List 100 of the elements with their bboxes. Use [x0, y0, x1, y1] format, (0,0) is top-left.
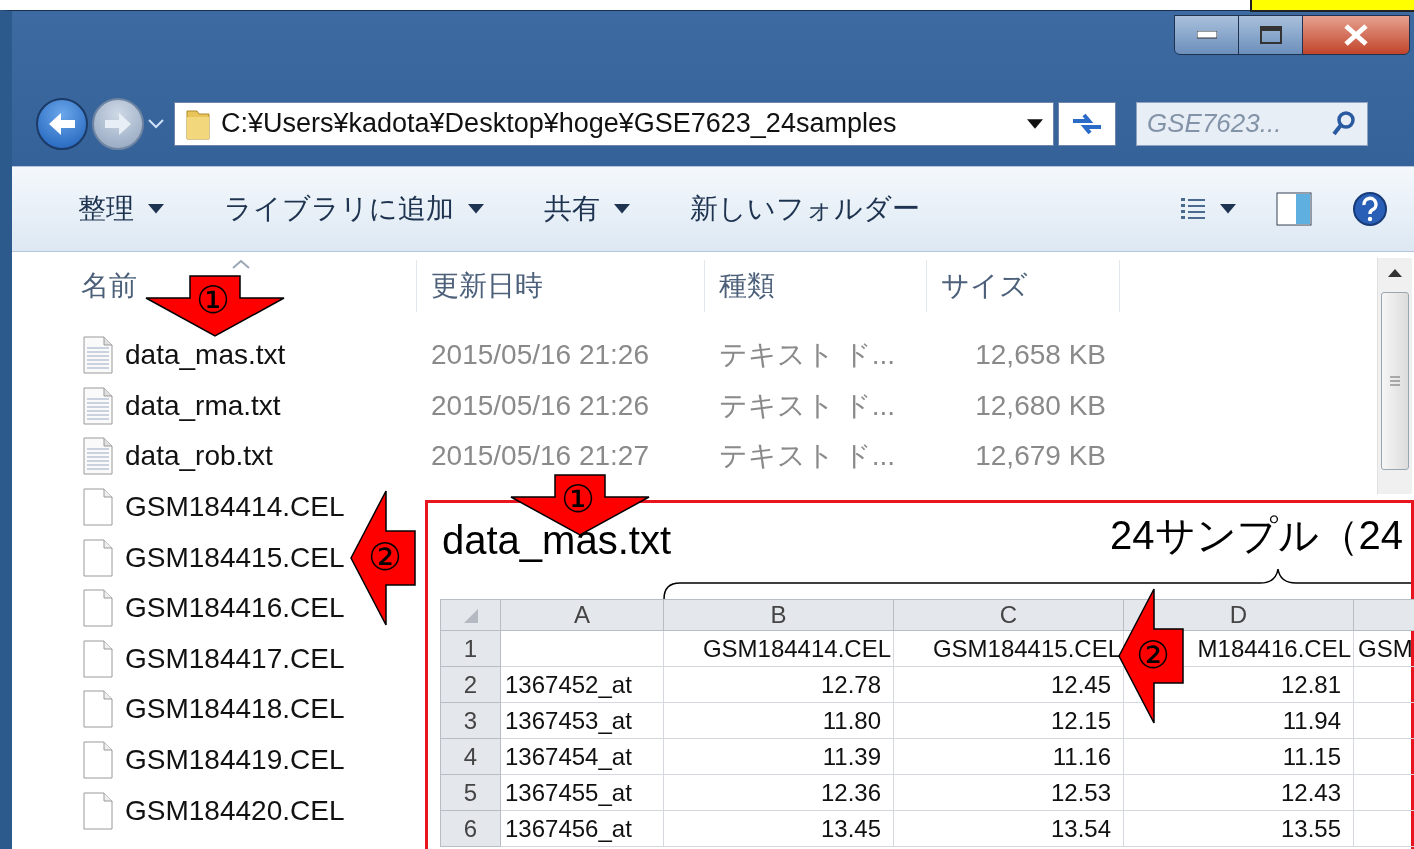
file-name-text: data_rma.txt	[125, 389, 281, 422]
table-cell: 1367455_at	[500, 774, 664, 811]
file-name[interactable]: data_rma.txt	[67, 386, 281, 425]
right-arrow-icon	[103, 110, 133, 137]
column-letter[interactable]: D	[1123, 599, 1354, 631]
file-name-text: GSM184418.CEL	[125, 693, 345, 726]
refresh-button[interactable]	[1058, 101, 1116, 146]
column-header[interactable]: サイズ	[941, 267, 1028, 305]
view-options-button[interactable]	[1180, 197, 1236, 221]
file-name[interactable]: data_mas.txt	[67, 336, 286, 375]
modified-date: 2015/05/16 21:26	[430, 339, 650, 372]
callout-number: ②	[368, 538, 403, 576]
close-button[interactable]	[1303, 16, 1409, 54]
file-name-text: data_mas.txt	[125, 339, 286, 372]
table-cell: 11.15	[1123, 738, 1354, 775]
row-number[interactable]: 4	[440, 738, 501, 775]
table-cell: 1367454_at	[500, 738, 664, 775]
table-cell: 13.55	[1123, 810, 1354, 847]
maximize-button[interactable]	[1239, 16, 1303, 54]
file-type: テキスト ド...	[718, 388, 897, 423]
table-cell: 12.78	[663, 666, 894, 703]
blank-file-icon	[83, 741, 113, 780]
table-cell: 13.45	[663, 810, 894, 847]
column-letter[interactable]: C	[893, 599, 1124, 631]
callout-number: ①	[196, 281, 231, 319]
forward-button[interactable]	[92, 97, 144, 150]
dropdown-caret-icon	[614, 204, 630, 214]
file-type: テキスト ド...	[718, 338, 897, 373]
pane-icon	[1276, 192, 1312, 226]
table-cell: 13.54	[893, 810, 1124, 847]
toolbar-button[interactable]: 整理	[66, 184, 176, 234]
table-cell: 12.43	[1123, 774, 1354, 811]
row-number[interactable]: 3	[440, 702, 501, 739]
text-file-icon	[83, 336, 113, 375]
table-cell: GSM184414.CEL	[663, 630, 894, 667]
file-name[interactable]: GSM184417.CEL	[67, 639, 345, 678]
preview-pane-button[interactable]	[1276, 192, 1312, 226]
file-type: テキスト ド...	[718, 439, 897, 474]
callout-number: ①	[561, 480, 596, 518]
modified-date: 2015/05/16 21:26	[430, 389, 650, 422]
row-number[interactable]: 6	[440, 810, 501, 847]
dropdown-caret-icon	[468, 204, 484, 214]
blank-file-icon	[83, 538, 113, 577]
toolbar-button[interactable]: 新しいフォルダー	[678, 184, 932, 234]
file-name[interactable]: GSM184418.CEL	[67, 690, 345, 729]
close-icon	[1343, 24, 1369, 46]
back-button[interactable]	[36, 97, 88, 150]
file-name[interactable]: GSM184420.CEL	[67, 791, 345, 830]
table-cell: 12.45	[893, 666, 1124, 703]
help-button[interactable]	[1352, 191, 1388, 227]
file-name[interactable]: GSM184416.CEL	[67, 589, 345, 628]
table-cell: 1367456_at	[500, 810, 664, 847]
column-header[interactable]: 更新日時	[431, 267, 543, 305]
search-icon	[1331, 109, 1357, 138]
file-name[interactable]: GSM184415.CEL	[67, 538, 345, 577]
scroll-up-icon	[1388, 269, 1402, 277]
dropdown-caret-icon	[1027, 118, 1043, 129]
address-field[interactable]: C:¥Users¥kadota¥Desktop¥hoge¥GSE7623_24samples	[174, 101, 1054, 146]
column-letter[interactable]: B	[663, 599, 894, 631]
minimize-button[interactable]	[1175, 16, 1239, 54]
corner-triangle-icon	[463, 609, 478, 623]
details-view-icon	[1180, 197, 1206, 221]
file-name-text: GSM184417.CEL	[125, 642, 345, 675]
help-icon	[1352, 191, 1388, 227]
row-number[interactable]: 2	[440, 666, 501, 703]
minimize-icon	[1196, 31, 1217, 39]
table-cell: 11.39	[663, 738, 894, 775]
file-name[interactable]: data_rob.txt	[67, 437, 273, 476]
inset-title: data_mas.txt	[442, 518, 671, 563]
blank-file-icon	[83, 639, 113, 678]
text-file-icon	[83, 437, 113, 476]
column-letter[interactable]: A	[500, 599, 664, 631]
file-name-text: GSM184414.CEL	[125, 491, 345, 524]
dropdown-caret-icon	[148, 204, 164, 214]
dropdown-caret-icon	[1220, 204, 1236, 214]
blank-file-icon	[83, 589, 113, 628]
toolbar-button[interactable]: 共有	[532, 184, 642, 234]
dropdown-caret-icon	[148, 118, 164, 129]
file-name-text: GSM184420.CEL	[125, 794, 345, 827]
text-file-icon	[83, 386, 113, 425]
scrollbar[interactable]	[1377, 258, 1412, 494]
table-cell: 12.36	[663, 774, 894, 811]
blank-file-icon	[83, 791, 113, 830]
left-arrow-icon	[47, 110, 77, 137]
file-name[interactable]: GSM184414.CEL	[67, 488, 345, 527]
row-number[interactable]: 1	[440, 630, 501, 667]
toolbar-button[interactable]: ライブラリに追加	[212, 184, 496, 234]
table-cell: 1367453_at	[500, 702, 664, 739]
table-cell: 12.53	[893, 774, 1124, 811]
file-name-text: GSM184419.CEL	[125, 744, 345, 777]
file-size: 12,658 KB	[974, 339, 1106, 372]
blank-file-icon	[83, 690, 113, 729]
row-number[interactable]: 5	[440, 774, 501, 811]
column-header[interactable]: 名前	[81, 267, 137, 305]
maximize-icon	[1259, 26, 1282, 44]
table-cell: 11.80	[663, 702, 894, 739]
grip-icon	[1389, 375, 1401, 387]
inset-caption: 24サンプル（24	[1110, 512, 1403, 559]
file-name[interactable]: GSM184419.CEL	[67, 741, 345, 780]
column-header[interactable]: 種類	[719, 267, 775, 305]
